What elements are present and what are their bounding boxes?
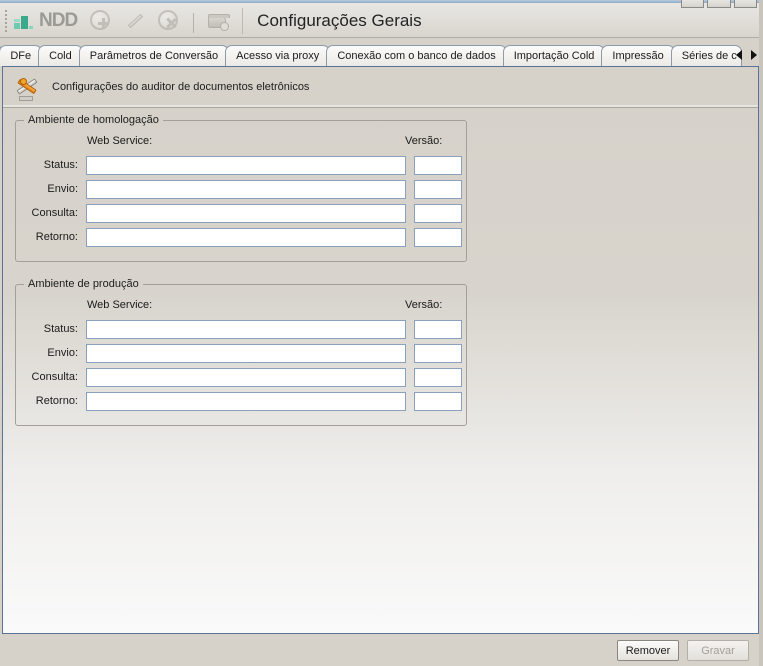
producao-status-webservice-input[interactable] [86,320,406,339]
column-headers: Web Service: Versão: [16,299,466,317]
content-panel: Configurações do auditor de documentos e… [2,66,759,634]
logo-wordmark: NDD [39,11,77,30]
producao-retorno-versao-input[interactable] [414,392,462,411]
tab-cold[interactable]: Cold [38,45,83,66]
tab-label: DFe [10,50,31,62]
tab-label: Impressão [612,50,663,62]
row-consulta: Consulta: [16,201,466,225]
column-header-webservice: Web Service: [87,299,152,311]
tab-strip: B DFe Cold Parâmetros de Conversão Acess… [0,38,763,66]
tab-importacao-cold[interactable]: Importação Cold [503,45,606,66]
homologacao-envio-webservice-input[interactable] [86,180,406,199]
footer-bar: Remover Gravar [0,634,763,666]
homologacao-envio-versao-input[interactable] [414,180,462,199]
row-retorno: Retorno: [16,225,466,249]
column-headers: Web Service: Versão: [16,135,466,153]
tab-series-de-c[interactable]: Séries de c [671,45,742,66]
row-label: Envio: [16,183,86,195]
edit-button[interactable] [123,9,147,33]
window-right-edge [759,0,763,666]
homologacao-status-webservice-input[interactable] [86,156,406,175]
tab-scroll-controls [736,50,757,60]
remove-button[interactable]: Remover [617,640,679,661]
producao-envio-versao-input[interactable] [414,344,462,363]
group-ambiente-de-producao: Ambiente de produção Web Service: Versão… [15,284,467,426]
folder-clock-icon [208,14,228,29]
row-label: Retorno: [16,395,86,407]
row-label: Envio: [16,347,86,359]
logo-bars-icon [14,12,36,29]
close-button[interactable] [734,0,757,8]
tab-label: Séries de c [682,50,737,62]
tab-conexao-com-o-banco-de-dados[interactable]: Conexão com o banco de dados [326,45,506,66]
toolbar-drag-handle[interactable] [2,8,10,34]
x-circle-icon [158,10,178,30]
row-label: Status: [16,323,86,335]
row-label: Consulta: [16,371,86,383]
group-ambiente-de-homologacao: Ambiente de homologação Web Service: Ver… [15,120,467,262]
row-envio: Envio: [16,341,466,365]
footer-buttons: Remover Gravar [617,640,749,661]
column-header-version: Versão: [405,135,442,147]
window-title: Configurações Gerais [257,11,421,31]
tab-impressao[interactable]: Impressão [601,45,674,66]
tools-settings-icon [13,73,41,101]
tab-dfe[interactable]: DFe [0,45,42,66]
maximize-button[interactable] [707,0,730,8]
toolbar-buttons [89,9,230,33]
ndd-logo: NDD [14,11,77,30]
group-legend: Ambiente de homologação [24,114,163,126]
row-label: Consulta: [16,207,86,219]
producao-retorno-webservice-input[interactable] [86,392,406,411]
row-envio: Envio: [16,177,466,201]
tab-scroll-left-icon[interactable] [736,50,742,60]
row-label: Status: [16,159,86,171]
tab-label: Cold [49,50,72,62]
tab-label: Importação Cold [514,50,595,62]
minimize-button[interactable] [681,0,704,8]
producao-envio-webservice-input[interactable] [86,344,406,363]
row-retorno: Retorno: [16,389,466,413]
producao-consulta-versao-input[interactable] [414,368,462,387]
add-button[interactable] [89,9,113,33]
tab-label: Acesso via proxy [236,50,319,62]
page-body: Ambiente de homologação Web Service: Ver… [3,108,758,426]
group-legend: Ambiente de produção [24,278,143,290]
toolbar-separator-2 [242,8,243,34]
row-consulta: Consulta: [16,365,466,389]
toolbar-separator-1 [193,13,194,33]
application-window: NDD Configurações Gerais [0,0,763,666]
save-button[interactable]: Gravar [687,640,749,661]
column-header-version: Versão: [405,299,442,311]
window-controls [681,0,757,6]
tab-acesso-via-proxy[interactable]: Acesso via proxy [225,45,330,66]
row-label: Retorno: [16,231,86,243]
plus-circle-icon [90,10,110,30]
producao-consulta-webservice-input[interactable] [86,368,406,387]
homologacao-status-versao-input[interactable] [414,156,462,175]
delete-button[interactable] [157,9,181,33]
homologacao-consulta-versao-input[interactable] [414,204,462,223]
tab-list: B DFe Cold Parâmetros de Conversão Acess… [0,44,738,66]
tab-label: Conexão com o banco de dados [337,50,495,62]
main-toolbar: NDD Configurações Gerais [0,0,763,38]
pencil-icon [126,12,144,30]
history-button[interactable] [206,9,230,33]
homologacao-retorno-versao-input[interactable] [414,228,462,247]
tab-parametros-de-conversao[interactable]: Parâmetros de Conversão [79,45,229,66]
page-header: Configurações do auditor de documentos e… [3,67,758,108]
tab-scroll-right-icon[interactable] [751,50,757,60]
row-status: Status: [16,153,466,177]
tab-label: Parâmetros de Conversão [90,50,218,62]
row-status: Status: [16,317,466,341]
page-title: Configurações do auditor de documentos e… [52,81,309,93]
homologacao-consulta-webservice-input[interactable] [86,204,406,223]
producao-status-versao-input[interactable] [414,320,462,339]
homologacao-retorno-webservice-input[interactable] [86,228,406,247]
column-header-webservice: Web Service: [87,135,152,147]
